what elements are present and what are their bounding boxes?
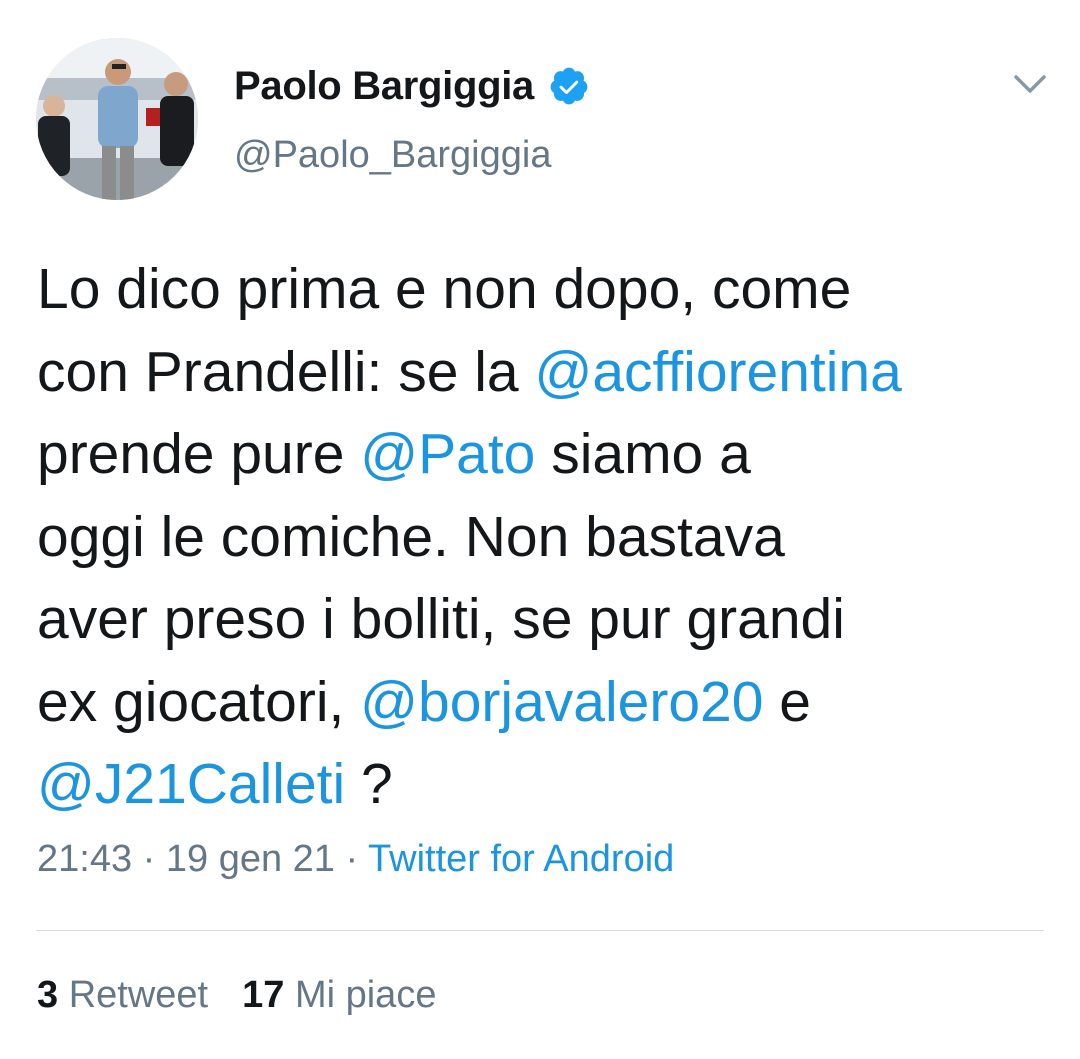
tweet-text: Lo dico prima e non dopo, come con Prande… [37, 248, 1047, 826]
likes-stat[interactable]: 17 Mi piace [242, 974, 436, 1016]
meta-separator: · [334, 838, 369, 880]
retweets-count: 3 [37, 974, 59, 1016]
verified-badge-icon [548, 65, 590, 107]
tweet-detail: Paolo Bargiggia @Paolo_Bargiggia Lo dico… [0, 0, 1080, 1059]
tweet-stats: 3 Retweet 17 Mi piace [37, 974, 436, 1017]
likes-count: 17 [242, 974, 285, 1016]
tweet-text-line: con Prandelli: se la @acffiorentina [37, 331, 1047, 414]
mention-link[interactable]: @acffiorentina [534, 340, 901, 404]
tweet-text-segment: e [763, 669, 811, 734]
tweet-text-segment: con Prandelli: se la [37, 339, 535, 404]
retweets-label: Retweet [68, 974, 209, 1016]
tweet-text-segment: ex giocatori, [37, 669, 361, 734]
tweet-time: 21:43 [37, 838, 133, 880]
author-name[interactable]: Paolo Bargiggia [234, 64, 534, 109]
tweet-text-segment: aver preso i bolliti, se pur grandi [37, 587, 845, 651]
retweets-stat[interactable]: 3 Retweet [37, 974, 208, 1016]
tweet-text-line: Lo dico prima e non dopo, come [37, 248, 1047, 331]
tweet-text-segment: prende pure [37, 422, 361, 486]
tweet-text-line: aver preso i bolliti, se pur grandi [37, 578, 1047, 661]
tweet-text-segment: ? [345, 752, 393, 816]
tweet-text-segment: Lo dico prima e non dopo, come [37, 257, 852, 321]
avatar[interactable] [36, 38, 198, 200]
author-name-row[interactable]: Paolo Bargiggia [234, 58, 590, 114]
tweet-text-line: @J21Calleti ? [37, 743, 1047, 826]
tweet-text-line: ex giocatori, @borjavalero20 e [37, 661, 1047, 744]
mention-link[interactable]: @borjavalero20 [360, 670, 763, 734]
tweet-source-link[interactable]: Twitter for Android [368, 838, 674, 880]
author-handle[interactable]: @Paolo_Bargiggia [234, 134, 551, 177]
meta-separator: · [132, 838, 166, 880]
tweet-text-line: prende pure @Pato siamo a [37, 413, 1047, 496]
mention-link[interactable]: @J21Calleti [37, 752, 345, 816]
tweet-date: 19 gen 21 [165, 838, 335, 880]
mention-link[interactable]: @Pato [360, 422, 535, 486]
tweet-text-line: oggi le comiche. Non bastava [37, 496, 1047, 579]
likes-label: Mi piace [294, 974, 437, 1016]
chevron-down-icon[interactable] [1008, 62, 1052, 106]
avatar-photo [36, 38, 198, 200]
divider [36, 930, 1044, 931]
tweet-meta: 21:43 · 19 gen 21 · Twitter for Android [37, 838, 674, 881]
tweet-text-segment: oggi le comiche. Non bastava [37, 504, 785, 569]
tweet-text-segment: siamo a [535, 422, 751, 486]
